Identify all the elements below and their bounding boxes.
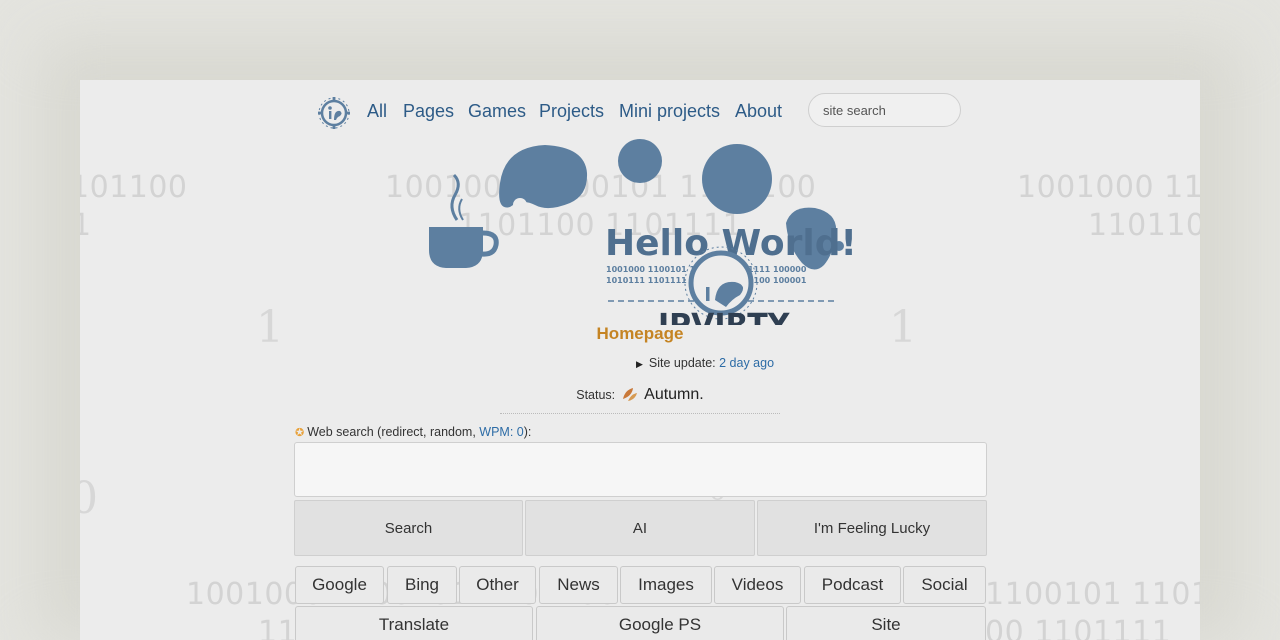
engine-podcast-button[interactable]: Podcast <box>804 566 901 604</box>
hello-world-coffee-logo: Hello World! 1001000 1100101 1101100 110… <box>429 139 857 325</box>
search-button[interactable]: Search <box>294 500 523 556</box>
background-digit: 0 <box>80 473 98 524</box>
background-binary-text: 11 <box>258 615 298 640</box>
site-update-value[interactable]: 2 day ago <box>719 356 774 370</box>
engine-images-button[interactable]: Images <box>620 566 712 604</box>
wpm-link[interactable]: WPM: 0 <box>479 425 523 439</box>
nav-link-projects[interactable]: Projects <box>539 101 604 122</box>
background-binary-text: 1 <box>80 208 92 243</box>
engine-other-button[interactable]: Other <box>459 566 536 604</box>
background-binary-text: 101100 <box>80 170 188 205</box>
top-nav: All Pages Games Projects Mini projects A… <box>80 92 1200 132</box>
disclosure-triangle-icon[interactable]: ▶ <box>636 359 643 369</box>
site-update-label: Site update: <box>648 356 716 370</box>
gear-icon: ✪ <box>295 427 305 439</box>
page-frame: 101100 1001000 1100101 1101100 1101100 1… <box>80 80 1200 640</box>
site-update[interactable]: ▶ Site update: 2 day ago <box>636 356 774 370</box>
background-digit: 1 <box>889 302 917 353</box>
nav-link-games[interactable]: Games <box>468 101 526 122</box>
engine-site-button[interactable]: Site <box>786 606 986 640</box>
engine-videos-button[interactable]: Videos <box>714 566 801 604</box>
web-search-label-suffix: ): <box>523 425 532 439</box>
web-search-input[interactable] <box>294 442 987 497</box>
engine-bing-button[interactable]: Bing <box>387 566 457 604</box>
engine-google-button[interactable]: Google <box>295 566 384 604</box>
engine-social-button[interactable]: Social <box>903 566 986 604</box>
nav-link-pages[interactable]: Pages <box>403 101 454 122</box>
homepage-label: Homepage <box>596 324 684 343</box>
compass-i-logo-icon[interactable] <box>317 96 351 130</box>
web-search-label: ✪ Web search (redirect, random, WPM: 0): <box>295 425 531 439</box>
divider <box>500 413 780 414</box>
engine-google-ps-button[interactable]: Google PS <box>536 606 784 640</box>
ai-button[interactable]: AI <box>525 500 755 556</box>
site-search-input[interactable] <box>808 93 961 127</box>
web-search-label-prefix: Web search (redirect, random, <box>307 425 480 439</box>
feeling-lucky-button[interactable]: I'm Feeling Lucky <box>757 500 987 556</box>
nav-link-about[interactable]: About <box>735 101 782 122</box>
background-binary-text: 110110 <box>1088 208 1200 243</box>
background-digit: 1 <box>256 302 284 353</box>
background-binary-text: 1001000 110 <box>1017 170 1200 205</box>
background-binary-text: 1100101 110110 <box>985 577 1200 612</box>
status-value: Autumn. <box>644 386 704 403</box>
nav-link-mini-projects[interactable]: Mini projects <box>619 101 720 122</box>
nav-link-all[interactable]: All <box>367 101 387 122</box>
engine-news-button[interactable]: News <box>539 566 618 604</box>
hero-brand: IPVIRTY <box>658 308 791 325</box>
status-label: Status: <box>576 388 616 402</box>
engine-translate-button[interactable]: Translate <box>295 606 533 640</box>
autumn-leaves-icon <box>622 388 637 401</box>
background-binary-text: 00 1101111 <box>985 615 1172 640</box>
status-line: Status: Autumn. <box>500 385 780 404</box>
